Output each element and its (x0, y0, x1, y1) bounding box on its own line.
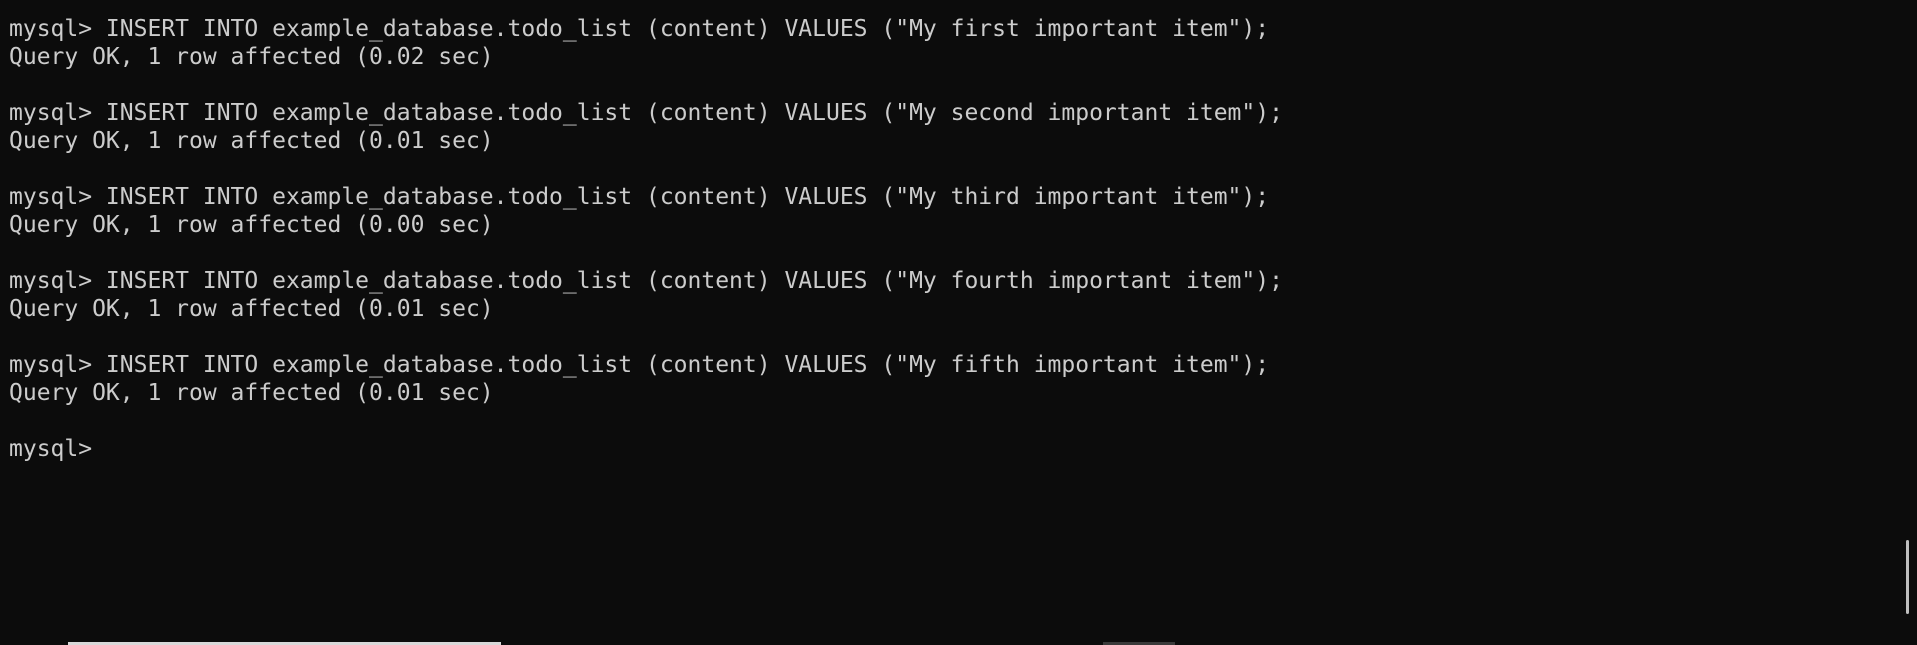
terminal-line: Query OK, 1 row affected (0.00 sec) (9, 212, 494, 238)
terminal-line: mysql> INSERT INTO example_database.todo… (9, 16, 1270, 42)
terminal-line: mysql> INSERT INTO example_database.todo… (9, 268, 1283, 294)
terminal-line: mysql> INSERT INTO example_database.todo… (9, 100, 1283, 126)
vertical-scrollbar[interactable] (1906, 540, 1909, 614)
terminal-line: Query OK, 1 row affected (0.01 sec) (9, 128, 494, 154)
terminal-line: Query OK, 1 row affected (0.02 sec) (9, 44, 494, 70)
terminal-window[interactable]: mysql> INSERT INTO example_database.todo… (0, 0, 1917, 645)
terminal-line: mysql> INSERT INTO example_database.todo… (9, 352, 1270, 378)
terminal-prompt-line[interactable]: mysql> (9, 435, 1917, 463)
terminal-line: Query OK, 1 row affected (0.01 sec) (9, 380, 494, 406)
terminal-line: mysql> INSERT INTO example_database.todo… (9, 184, 1270, 210)
terminal-line: Query OK, 1 row affected (0.01 sec) (9, 296, 494, 322)
